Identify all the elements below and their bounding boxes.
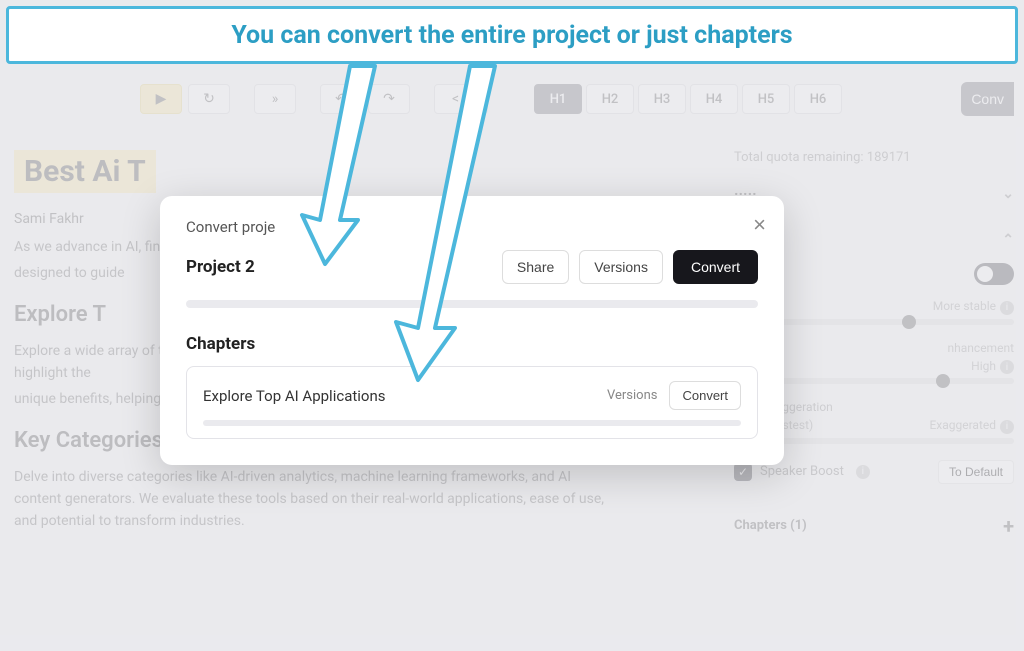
close-button[interactable]: ×	[753, 212, 766, 238]
close-icon: ×	[753, 212, 766, 237]
annotation-arrow-project	[290, 60, 390, 270]
annotation-text: You can convert the entire project or ju…	[231, 21, 792, 50]
chapter-progress	[203, 420, 741, 426]
share-button[interactable]: Share	[502, 250, 569, 284]
chapter-versions-button[interactable]: Versions	[607, 388, 657, 403]
project-name: Project 2	[186, 257, 255, 277]
annotation-arrow-chapters	[390, 60, 510, 390]
annotation-banner: You can convert the entire project or ju…	[6, 6, 1018, 64]
project-versions-button[interactable]: Versions	[579, 250, 663, 284]
project-convert-button[interactable]: Convert	[673, 250, 758, 284]
chapter-convert-button[interactable]: Convert	[669, 381, 741, 410]
